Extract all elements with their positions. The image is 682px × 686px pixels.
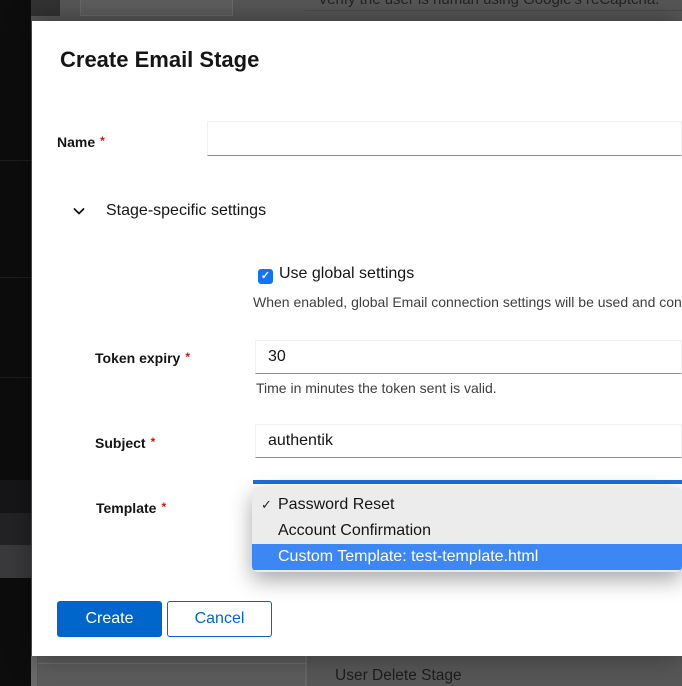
required-asterisk: *: [100, 134, 105, 148]
app-sidebar-dimmed: [0, 0, 31, 686]
background-table-cell: [38, 656, 307, 686]
chevron-down-icon: [71, 203, 87, 219]
screen: Verify the user is human using Google's …: [0, 0, 682, 686]
token-expiry-label: Token expiry *: [95, 350, 190, 366]
dropdown-option-label: Account Confirmation: [278, 522, 431, 539]
stage-specific-settings-toggle[interactable]: Stage-specific settings: [71, 199, 266, 223]
selected-check-icon: ✓: [261, 492, 272, 518]
sidebar-divider: [0, 377, 31, 378]
name-input[interactable]: [207, 121, 682, 156]
section-label: Stage-specific settings: [106, 202, 266, 220]
background-page-bottom: User Delete Stage: [31, 656, 682, 686]
subject-label: Subject *: [95, 435, 155, 451]
cancel-button[interactable]: Cancel: [167, 601, 272, 637]
dropdown-option-label: Custom Template: test-template.html: [278, 548, 538, 565]
sidebar-item-dimmed: [0, 480, 31, 513]
background-row-border: [38, 663, 307, 664]
subject-label-text: Subject: [95, 435, 146, 451]
dropdown-option-custom-template[interactable]: Custom Template: test-template.html: [252, 544, 682, 570]
scrollbar-dimmed: [31, 656, 37, 686]
template-select[interactable]: [253, 480, 682, 484]
check-icon: ✓: [261, 270, 270, 282]
name-label: Name *: [57, 134, 105, 150]
create-button[interactable]: Create: [57, 601, 162, 637]
use-global-settings-label: Use global settings: [279, 265, 414, 283]
dropdown-option-password-reset[interactable]: ✓ Password Reset: [252, 492, 682, 518]
sidebar-item-dimmed: [0, 545, 31, 578]
template-dropdown-popup: ✓ Password Reset Account Confirmation Cu…: [252, 487, 682, 572]
token-expiry-input[interactable]: [255, 340, 682, 374]
sidebar-divider: [0, 277, 31, 278]
required-asterisk: *: [161, 500, 166, 514]
token-expiry-helper: Time in minutes the token sent is valid.: [256, 380, 497, 396]
background-block: [31, 0, 60, 16]
name-label-text: Name: [57, 134, 95, 150]
subject-input[interactable]: [255, 424, 682, 458]
background-row-border: [305, 10, 682, 11]
template-label-text: Template: [96, 500, 156, 516]
token-expiry-label-text: Token expiry: [95, 350, 180, 366]
sidebar-divider: [0, 160, 31, 161]
required-asterisk: *: [151, 435, 156, 449]
background-page-top: Verify the user is human using Google's …: [31, 0, 682, 21]
background-row-text: Verify the user is human using Google's …: [318, 0, 659, 8]
use-global-settings-checkbox[interactable]: ✓: [258, 269, 273, 284]
background-table-cell: [80, 0, 233, 16]
dropdown-option-label: Password Reset: [278, 496, 395, 513]
dropdown-option-account-confirmation[interactable]: Account Confirmation: [252, 518, 682, 544]
background-row-text: User Delete Stage: [335, 667, 462, 685]
use-global-settings-helper: When enabled, global Email connection se…: [253, 294, 682, 310]
required-asterisk: *: [185, 350, 190, 364]
template-label: Template *: [96, 500, 166, 516]
modal-title: Create Email Stage: [60, 47, 259, 73]
sidebar-item-dimmed: [0, 513, 31, 545]
